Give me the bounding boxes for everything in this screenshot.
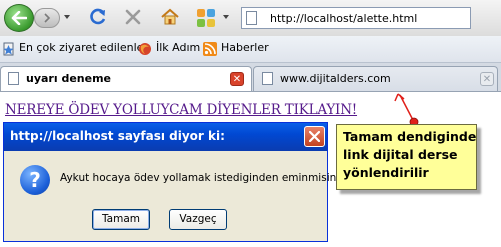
page-link[interactable]: NEREYE ÖDEV YOLLUYCAM DİYENLER TIKLAYIN!: [5, 102, 357, 118]
close-tab-icon[interactable]: ✕: [480, 72, 494, 86]
history-dropdown-icon[interactable]: [62, 12, 72, 22]
tab-title: www.dijitalders.com: [280, 72, 391, 85]
address-bar[interactable]: http://localhost/alette.html: [241, 7, 471, 29]
back-button[interactable]: [4, 4, 34, 32]
bookmark-getting-started[interactable]: İlk Adım: [156, 41, 200, 54]
apps-grid-icon[interactable]: [196, 8, 216, 28]
address-url[interactable]: http://localhost/alette.html: [270, 12, 417, 25]
tab-uyari-deneme[interactable]: uyarı deneme ✕: [0, 66, 252, 91]
page-icon: [262, 72, 273, 85]
dialog-title-bar[interactable]: http://localhost sayfası diyor ki:: [4, 123, 327, 151]
reload-icon[interactable]: [88, 7, 108, 27]
page-icon: [8, 72, 19, 85]
arrow-right-icon: [44, 13, 51, 23]
dialog-message: Aykut hocaya ödev yollamak istediginden …: [60, 172, 337, 184]
chevron-down-icon[interactable]: [222, 13, 230, 21]
forward-button[interactable]: [34, 8, 60, 28]
tab-dijitalders[interactable]: www.dijitalders.com ✕: [253, 66, 498, 91]
callout-text: Tamam dendiginde link dijital derse yönl…: [343, 129, 477, 180]
question-icon: ?: [20, 165, 50, 195]
bookmark-most-visited[interactable]: En çok ziyaret edilenler: [19, 41, 148, 54]
close-icon: [309, 131, 320, 142]
tab-strip: uyarı deneme ✕ www.dijitalders.com ✕: [0, 63, 501, 92]
rss-feed-icon: [203, 42, 217, 56]
bookmarks-toolbar: En çok ziyaret edilenler İlk Adım Haberl…: [0, 36, 501, 63]
callout-note: Tamam dendiginde link dijital derse yönl…: [336, 124, 477, 190]
navigation-toolbar: http://localhost/alette.html: [0, 0, 501, 36]
close-tab-icon[interactable]: ✕: [230, 72, 244, 86]
bookmark-news[interactable]: Haberler: [221, 41, 269, 54]
dialog-title: http://localhost sayfası diyor ki:: [10, 129, 225, 143]
firefox-icon: [139, 43, 151, 55]
ok-button[interactable]: Tamam: [92, 209, 150, 230]
tab-title: uyarı deneme: [26, 72, 111, 85]
cancel-button[interactable]: Vazgeç: [169, 209, 227, 230]
page-icon: [246, 11, 257, 25]
stop-icon[interactable]: [124, 8, 142, 26]
arrow-left-icon: [11, 11, 27, 25]
home-icon[interactable]: [160, 7, 180, 27]
alert-dialog: http://localhost sayfası diyor ki: ? Ayk…: [3, 122, 336, 242]
dialog-close-button[interactable]: [304, 126, 325, 147]
bookmark-star-icon: [3, 42, 14, 56]
